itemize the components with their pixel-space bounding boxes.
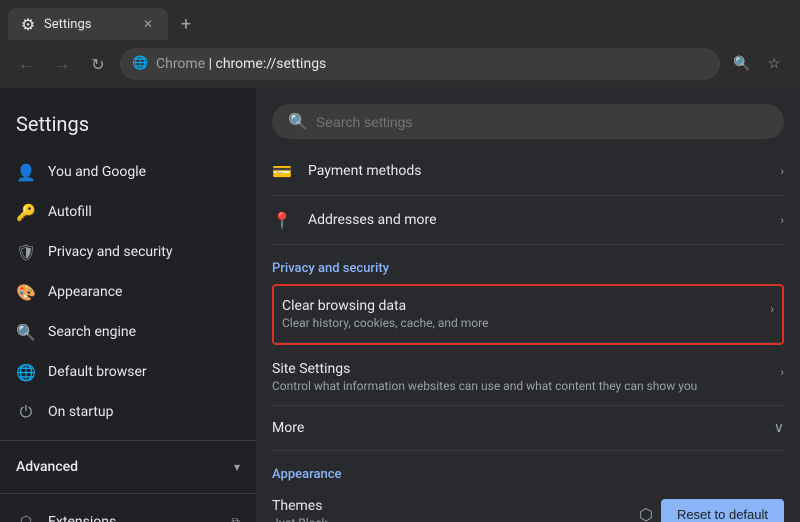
startup-icon: ⏻ (16, 402, 36, 422)
sidebar-item-search-engine[interactable]: 🔍 Search engine (0, 312, 248, 352)
sidebar-item-you-and-google[interactable]: 👤 You and Google (0, 152, 248, 192)
bookmark-icon[interactable]: ☆ (760, 50, 788, 78)
themes-external-link-icon[interactable]: ⬡ (639, 505, 653, 522)
lock-icon: 🌐 (132, 56, 148, 72)
url-brand: Chrome (156, 56, 205, 72)
search-input[interactable] (316, 114, 768, 130)
sidebar-divider-2 (0, 493, 256, 494)
url-actions: 🔍 ☆ (728, 50, 788, 78)
themes-text: Themes Just Black (272, 498, 623, 522)
payment-label: Payment methods (308, 163, 764, 179)
clear-browsing-text: Clear browsing data Clear history, cooki… (282, 298, 754, 330)
sidebar-item-default-browser[interactable]: 🌐 Default browser (0, 352, 248, 392)
sidebar-item-on-startup[interactable]: ⏻ On startup (0, 392, 248, 432)
browser-chrome: ⚙ Settings ✕ + ← → ↻ 🌐 Chrome | chrome:/… (0, 0, 800, 88)
settings-tab-icon: ⚙ (20, 16, 36, 32)
sidebar: Settings 👤 You and Google 🔑 Autofill 🛡 P… (0, 88, 256, 522)
site-settings-item[interactable]: Site Settings Control what information w… (272, 349, 784, 406)
search-icon: 🔍 (288, 112, 308, 131)
sidebar-label-extensions: Extensions (48, 514, 116, 522)
browser-icon: 🌐 (16, 362, 36, 382)
shield-icon: 🛡 (16, 242, 36, 262)
sidebar-title: Settings (0, 104, 256, 152)
url-path: chrome://settings (216, 56, 327, 72)
reload-button[interactable]: ↻ (84, 50, 112, 78)
new-tab-button[interactable]: + (172, 10, 200, 38)
addresses-item[interactable]: 📍 Addresses and more › (272, 196, 784, 245)
location-icon: 📍 (272, 210, 292, 230)
settings-content: 🔍 💳 Payment methods › 📍 Addresses and mo… (256, 88, 800, 522)
tab-bar: ⚙ Settings ✕ + (0, 0, 800, 40)
url-separator: | (209, 56, 216, 72)
appearance-icon: 🎨 (16, 282, 36, 302)
site-settings-sublabel: Control what information websites can us… (272, 379, 764, 393)
sidebar-label-search-engine: Search engine (48, 324, 136, 340)
sidebar-item-privacy[interactable]: 🛡 Privacy and security (0, 232, 248, 272)
sidebar-advanced-label: Advanced (16, 459, 78, 475)
sidebar-label-default-browser: Default browser (48, 364, 147, 380)
clear-browsing-arrow-icon: › (770, 302, 774, 316)
site-settings-arrow-icon: › (780, 365, 784, 379)
more-item[interactable]: More ∨ (272, 406, 784, 451)
themes-actions: ⬡ Reset to default (639, 499, 784, 522)
sidebar-item-autofill[interactable]: 🔑 Autofill (0, 192, 248, 232)
appearance-heading: Appearance (272, 451, 784, 486)
back-button: ← (12, 50, 40, 78)
clear-browsing-item[interactable]: Clear browsing data Clear history, cooki… (274, 286, 782, 343)
sidebar-advanced-section[interactable]: Advanced ▾ (0, 449, 256, 485)
sidebar-label-on-startup: On startup (48, 404, 114, 420)
clear-browsing-highlighted: Clear browsing data Clear history, cooki… (272, 284, 784, 345)
clear-browsing-label: Clear browsing data (282, 298, 754, 314)
url-bar[interactable]: 🌐 Chrome | chrome://settings (120, 48, 720, 80)
more-label: More (272, 420, 774, 436)
addresses-arrow-icon: › (780, 213, 784, 227)
sidebar-label-privacy: Privacy and security (48, 244, 172, 260)
payment-arrow-icon: › (780, 164, 784, 178)
payment-methods-item[interactable]: 💳 Payment methods › (272, 147, 784, 196)
sidebar-divider (0, 440, 256, 441)
addresses-label: Addresses and more (308, 212, 764, 228)
extensions-icon: ⬡ (16, 512, 36, 522)
key-icon: 🔑 (16, 202, 36, 222)
site-settings-label: Site Settings (272, 361, 764, 377)
main-layout: Settings 👤 You and Google 🔑 Autofill 🛡 P… (0, 88, 800, 522)
forward-button: → (48, 50, 76, 78)
url-text: Chrome | chrome://settings (156, 56, 326, 72)
reset-to-default-button[interactable]: Reset to default (661, 499, 784, 522)
sidebar-label-you-and-google: You and Google (48, 164, 146, 180)
themes-label: Themes (272, 498, 623, 514)
clear-browsing-sublabel: Clear history, cookies, cache, and more (282, 316, 754, 330)
address-bar: ← → ↻ 🌐 Chrome | chrome://settings 🔍 ☆ (0, 40, 800, 88)
appearance-section: Appearance Themes Just Black ⬡ Reset to … (256, 451, 800, 522)
person-icon: 👤 (16, 162, 36, 182)
search-nav-icon: 🔍 (16, 322, 36, 342)
themes-item: Themes Just Black ⬡ Reset to default (272, 486, 784, 522)
sidebar-item-extensions[interactable]: ⬡ Extensions ⧉ (0, 502, 256, 522)
search-bar[interactable]: 🔍 (272, 104, 784, 139)
sidebar-label-appearance: Appearance (48, 284, 122, 300)
external-link-icon: ⧉ (231, 515, 240, 522)
sidebar-item-appearance[interactable]: 🎨 Appearance (0, 272, 248, 312)
privacy-section: Privacy and security Clear browsing data… (256, 245, 800, 451)
payment-section: 💳 Payment methods › 📍 Addresses and more… (256, 147, 800, 245)
themes-value: Just Black (272, 516, 623, 522)
settings-tab-title: Settings (44, 17, 91, 32)
privacy-heading: Privacy and security (272, 245, 784, 280)
payment-icon: 💳 (272, 161, 292, 181)
search-icon[interactable]: 🔍 (728, 50, 756, 78)
settings-tab[interactable]: ⚙ Settings ✕ (8, 8, 168, 40)
chevron-down-icon: ▾ (234, 460, 240, 474)
site-settings-text: Site Settings Control what information w… (272, 361, 764, 393)
sidebar-label-autofill: Autofill (48, 204, 92, 220)
tab-close-button[interactable]: ✕ (140, 16, 156, 32)
more-chevron-icon: ∨ (774, 420, 784, 436)
